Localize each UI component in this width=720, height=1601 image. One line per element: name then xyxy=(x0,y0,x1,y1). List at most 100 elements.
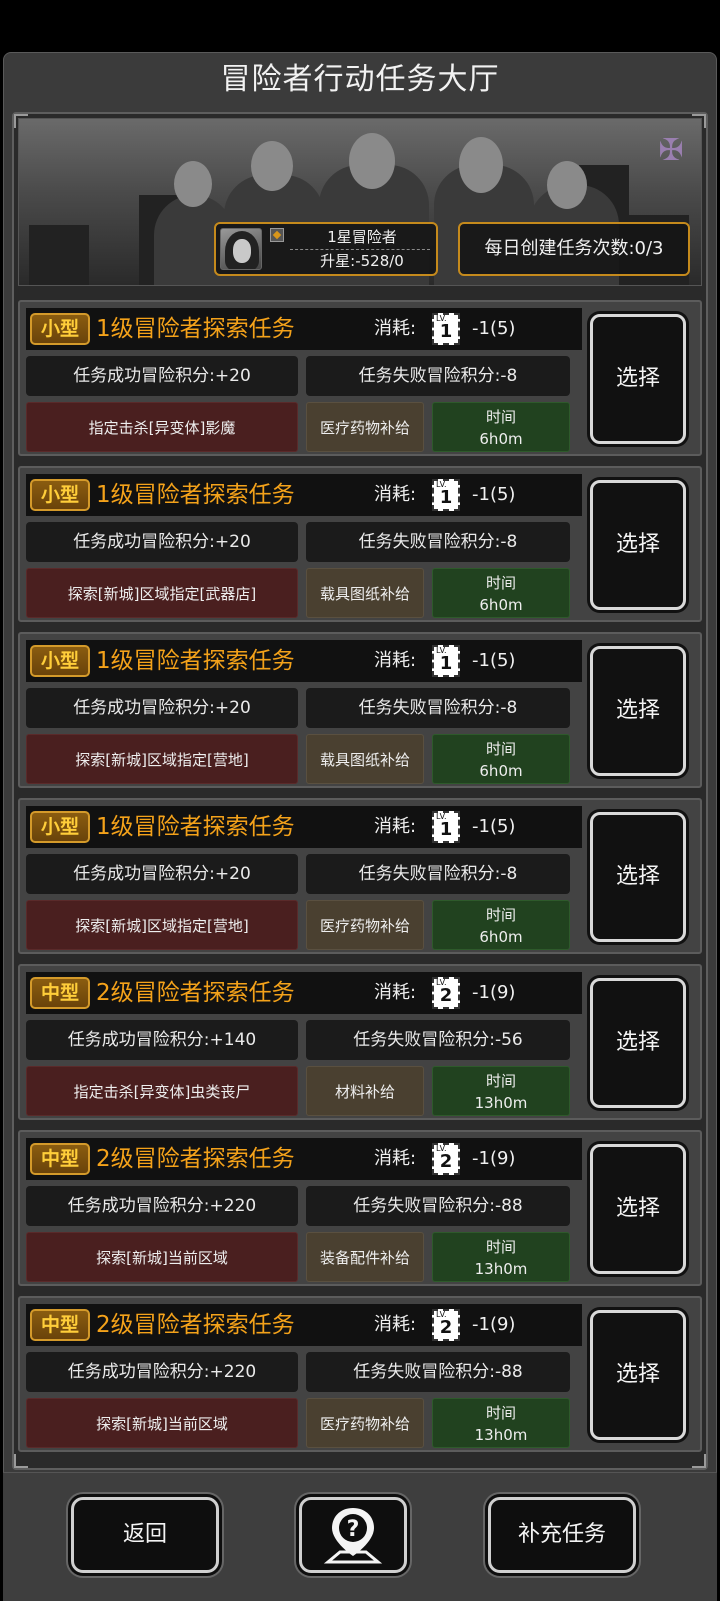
mission-target: 探索[新城]当前区域 xyxy=(26,1398,298,1448)
fail-penalty: 任务失败冒险积分:-88 xyxy=(306,1186,570,1226)
cost-label: 消耗: xyxy=(374,484,417,505)
mission-time: 时间 6h0m xyxy=(432,402,570,452)
svg-text:?: ? xyxy=(347,1517,360,1542)
mission-size-badge: 小型 xyxy=(30,313,90,345)
mission-title: 1级冒险者探索任务 xyxy=(96,482,295,508)
select-mission-button[interactable]: 选择 xyxy=(590,480,686,610)
select-mission-button[interactable]: 选择 xyxy=(590,1144,686,1274)
page-title: 冒险者行动任务大厅 xyxy=(220,62,500,97)
mission-target: 探索[新城]区域指定[营地] xyxy=(26,734,298,784)
back-button[interactable]: 返回 xyxy=(71,1497,219,1573)
mission-card: 小型 1级冒险者探索任务 消耗: LV. 1 -1(5) 任务成功冒险积分:+20… xyxy=(18,466,702,622)
ticket-icon: LV. 1 xyxy=(432,313,460,345)
mission-title: 1级冒险者探索任务 xyxy=(96,814,295,840)
mission-target: 指定击杀[异变体]影魔 xyxy=(26,402,298,452)
success-reward: 任务成功冒险积分:+20 xyxy=(26,356,298,396)
faction-logo-icon: ✠ xyxy=(658,133,684,168)
refill-missions-button[interactable]: 补充任务 xyxy=(488,1497,636,1573)
mission-target: 探索[新城]区域指定[营地] xyxy=(26,900,298,950)
cost-value: -1(5) xyxy=(472,816,516,837)
mission-time: 时间 13h0m xyxy=(432,1066,570,1116)
fail-penalty: 任务失败冒险积分:-88 xyxy=(306,1352,570,1392)
cost-label: 消耗: xyxy=(374,816,417,837)
select-mission-button[interactable]: 选择 xyxy=(590,646,686,776)
cost-label: 消耗: xyxy=(374,650,417,671)
mission-target: 探索[新城]当前区域 xyxy=(26,1232,298,1282)
mission-time: 时间 6h0m xyxy=(432,568,570,618)
rank-info: 1星冒险者 升星:-528/0 xyxy=(214,222,438,276)
cost-label: 消耗: xyxy=(374,982,417,1003)
mission-header: 小型 1级冒险者探索任务 消耗: LV. 1 -1(5) xyxy=(26,640,582,682)
mission-time: 时间 6h0m xyxy=(432,900,570,950)
help-icon: ? xyxy=(323,1508,383,1564)
ticket-icon: LV. 1 xyxy=(432,811,460,843)
mission-supply: 载具图纸补给 xyxy=(306,734,424,784)
cost-value: -1(9) xyxy=(472,1148,516,1169)
avatar xyxy=(220,228,262,270)
rank-badge-icon xyxy=(270,228,284,242)
cost-value: -1(5) xyxy=(472,650,516,671)
mission-title: 2级冒险者探索任务 xyxy=(96,980,295,1006)
mission-supply: 材料补给 xyxy=(306,1066,424,1116)
rank-name: 1星冒险者 xyxy=(327,228,397,246)
success-reward: 任务成功冒险积分:+220 xyxy=(26,1186,298,1226)
mission-size-badge: 小型 xyxy=(30,479,90,511)
mission-time: 时间 13h0m xyxy=(432,1398,570,1448)
ticket-icon: LV. 1 xyxy=(432,645,460,677)
mission-size-badge: 中型 xyxy=(30,1309,90,1341)
mission-size-badge: 小型 xyxy=(30,645,90,677)
success-reward: 任务成功冒险积分:+220 xyxy=(26,1352,298,1392)
mission-supply: 医疗药物补给 xyxy=(306,1398,424,1448)
select-mission-button[interactable]: 选择 xyxy=(590,978,686,1108)
ticket-icon: LV. 2 xyxy=(432,1143,460,1175)
fail-penalty: 任务失败冒险积分:-8 xyxy=(306,522,570,562)
cost-value: -1(5) xyxy=(472,318,516,339)
cost-label: 消耗: xyxy=(374,1314,417,1335)
fail-penalty: 任务失败冒险积分:-8 xyxy=(306,688,570,728)
fail-penalty: 任务失败冒险积分:-56 xyxy=(306,1020,570,1060)
corner-decoration xyxy=(14,1454,28,1468)
mission-card: 小型 1级冒险者探索任务 消耗: LV. 1 -1(5) 任务成功冒险积分:+20… xyxy=(18,632,702,788)
corner-decoration xyxy=(692,1454,706,1468)
select-mission-button[interactable]: 选择 xyxy=(590,1310,686,1440)
mission-header: 小型 1级冒险者探索任务 消耗: LV. 1 -1(5) xyxy=(26,474,582,516)
fail-penalty: 任务失败冒险积分:-8 xyxy=(306,854,570,894)
success-reward: 任务成功冒险积分:+20 xyxy=(26,688,298,728)
success-reward: 任务成功冒险积分:+20 xyxy=(26,854,298,894)
mission-target: 探索[新城]区域指定[武器店] xyxy=(26,568,298,618)
mission-card: 中型 2级冒险者探索任务 消耗: LV. 2 -1(9) 任务成功冒险积分:+22… xyxy=(18,1296,702,1452)
ticket-icon: LV. 1 xyxy=(432,479,460,511)
mission-time: 时间 6h0m xyxy=(432,734,570,784)
mission-supply: 医疗药物补给 xyxy=(306,402,424,452)
ticket-icon: LV. 2 xyxy=(432,977,460,1009)
mission-header: 中型 2级冒险者探索任务 消耗: LV. 2 -1(9) xyxy=(26,1304,582,1346)
mission-card: 小型 1级冒险者探索任务 消耗: LV. 1 -1(5) 任务成功冒险积分:+20… xyxy=(18,798,702,954)
mission-header: 小型 1级冒险者探索任务 消耗: LV. 1 -1(5) xyxy=(26,806,582,848)
mission-target: 指定击杀[异变体]虫类丧尸 xyxy=(26,1066,298,1116)
success-reward: 任务成功冒险积分:+20 xyxy=(26,522,298,562)
mission-size-badge: 中型 xyxy=(30,977,90,1009)
mission-card: 中型 2级冒险者探索任务 消耗: LV. 2 -1(9) 任务成功冒险积分:+14… xyxy=(18,964,702,1120)
mission-title: 1级冒险者探索任务 xyxy=(96,316,295,342)
mission-title: 2级冒险者探索任务 xyxy=(96,1146,295,1172)
mission-time: 时间 13h0m xyxy=(432,1232,570,1282)
cost-label: 消耗: xyxy=(374,1148,417,1169)
cost-value: -1(9) xyxy=(472,1314,516,1335)
mission-title: 1级冒险者探索任务 xyxy=(96,648,295,674)
mission-size-badge: 中型 xyxy=(30,1143,90,1175)
cost-value: -1(5) xyxy=(472,484,516,505)
mission-title: 2级冒险者探索任务 xyxy=(96,1312,295,1338)
daily-create-count: 每日创建任务次数:0/3 xyxy=(458,222,690,276)
select-mission-button[interactable]: 选择 xyxy=(590,812,686,942)
mission-header: 中型 2级冒险者探索任务 消耗: LV. 2 -1(9) xyxy=(26,1138,582,1180)
mission-supply: 医疗药物补给 xyxy=(306,900,424,950)
select-mission-button[interactable]: 选择 xyxy=(590,314,686,444)
help-button[interactable]: ? xyxy=(299,1497,407,1573)
mission-header: 中型 2级冒险者探索任务 消耗: LV. 2 -1(9) xyxy=(26,972,582,1014)
fail-penalty: 任务失败冒险积分:-8 xyxy=(306,356,570,396)
mission-card: 中型 2级冒险者探索任务 消耗: LV. 2 -1(9) 任务成功冒险积分:+22… xyxy=(18,1130,702,1286)
mission-supply: 装备配件补给 xyxy=(306,1232,424,1282)
cost-value: -1(9) xyxy=(472,982,516,1003)
cost-label: 消耗: xyxy=(374,318,417,339)
ticket-icon: LV. 2 xyxy=(432,1309,460,1341)
